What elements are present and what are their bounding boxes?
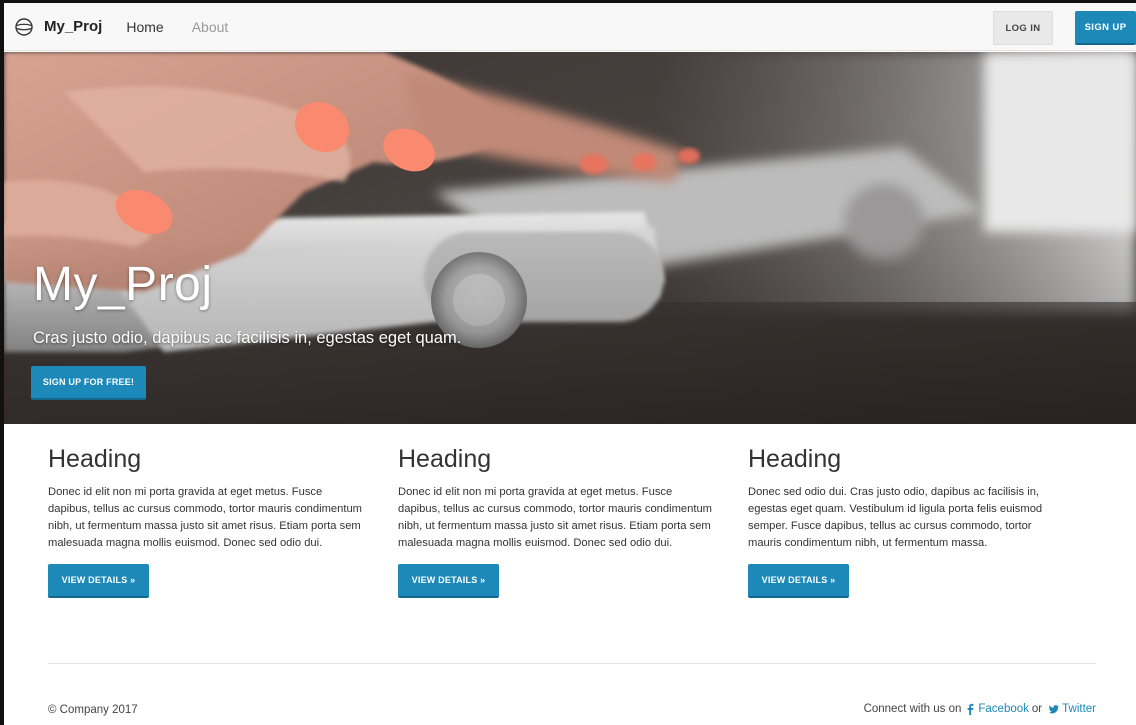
globe-icon [15,17,33,36]
nav-links: Home About [126,19,256,35]
footer-divider [48,663,1096,664]
view-details-button[interactable]: VIEW DETAILS » [398,564,499,598]
brand[interactable]: My_Proj [14,17,102,37]
twitter-icon [1049,705,1059,714]
navbar: My_Proj Home About LOG IN SIGN UP [4,3,1136,51]
signup-free-button[interactable]: SIGN UP FOR FREE! [31,366,146,400]
column-body: Donec id elit non mi porta gravida at eg… [48,486,363,549]
nav-link-about[interactable]: About [192,19,229,35]
or-text: or [1031,703,1043,715]
login-button[interactable]: LOG IN [993,11,1053,45]
hero-title: My_Proj [33,258,213,311]
hero-overlay [4,52,1136,424]
column-body: Donec id elit non mi porta gravida at eg… [398,486,713,549]
view-details-button[interactable]: VIEW DETAILS » [748,564,849,598]
column-heading: Heading [748,445,842,473]
facebook-icon [967,703,974,715]
feature-column-1: Heading Donec id elit non mi porta gravi… [48,445,398,598]
hero-subtitle: Cras justo odio, dapibus ac facilisis in… [33,329,462,347]
twitter-link[interactable]: Twitter [1062,703,1096,715]
view-details-button[interactable]: VIEW DETAILS » [48,564,149,598]
footer-social: Connect with us on Facebook or Twitter [864,703,1096,715]
column-heading: Heading [398,445,492,473]
nav-actions: LOG IN SIGN UP [993,11,1136,45]
page-frame: My_Proj Home About LOG IN SIGN UP My_Pro… [0,0,1136,725]
hero-banner: My_Proj Cras justo odio, dapibus ac faci… [4,52,1136,424]
footer-copyright: © Company 2017 [48,704,138,716]
nav-link-home[interactable]: Home [126,19,163,35]
facebook-link[interactable]: Facebook [978,703,1029,715]
feature-columns: Heading Donec id elit non mi porta gravi… [48,445,1098,598]
signup-button[interactable]: SIGN UP [1075,11,1136,45]
column-heading: Heading [48,445,142,473]
brand-name: My_Proj [44,18,103,35]
feature-column-2: Heading Donec id elit non mi porta gravi… [398,445,748,598]
feature-column-3: Heading Donec sed odio dui. Cras justo o… [748,445,1098,598]
column-body: Donec sed odio dui. Cras justo odio, dap… [748,486,1043,549]
connect-text: Connect with us on [863,703,962,715]
